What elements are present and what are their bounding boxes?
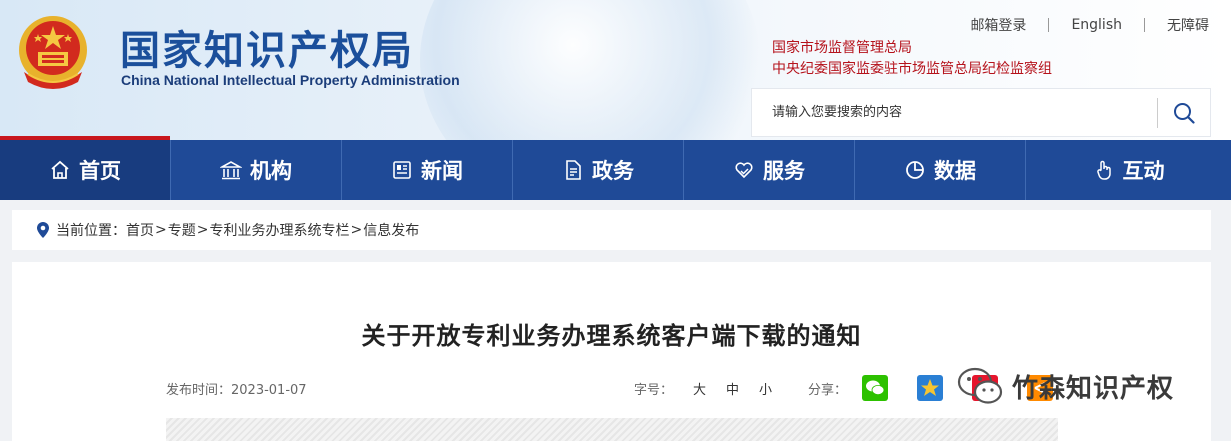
font-size-small[interactable]: 小 xyxy=(759,379,772,398)
header-background-globe xyxy=(420,0,760,140)
nav-item-news[interactable]: 新闻 xyxy=(342,140,513,200)
divider xyxy=(1144,18,1145,32)
nav-item-label: 机构 xyxy=(250,159,292,183)
wechat-icon[interactable] xyxy=(862,375,888,401)
agency-link-discipline[interactable]: 中央纪委国家监委驻市场监管总局纪检监察组 xyxy=(772,59,1052,80)
home-icon xyxy=(51,160,69,179)
nav-item-label: 首页 xyxy=(79,159,121,183)
pointer-icon xyxy=(1096,160,1111,180)
breadcrumb-topics[interactable]: 专题 xyxy=(168,220,196,240)
wechat-icon xyxy=(957,367,1003,404)
breadcrumb-separator: > xyxy=(350,222,363,238)
content-divider xyxy=(166,418,1058,441)
agency-link-samr[interactable]: 国家市场监督管理总局 xyxy=(772,38,1052,59)
mail-login-link[interactable]: 邮箱登录 xyxy=(968,15,1028,35)
font-size-medium[interactable]: 中 xyxy=(726,379,739,398)
font-size-control: 字号： 大 中 小 xyxy=(634,379,772,398)
breadcrumb-prefix: 当前位置： xyxy=(56,223,126,239)
nav-item-home[interactable]: 首页 xyxy=(0,136,171,200)
document-icon xyxy=(566,160,581,180)
breadcrumb-home[interactable]: 首页 xyxy=(126,220,154,240)
share-label: 分享： xyxy=(808,383,848,398)
nav-item-label: 服务 xyxy=(763,159,805,183)
agency-list: 国家市场监督管理总局 中央纪委国家监委驻市场监管总局纪检监察组 xyxy=(772,38,1052,80)
search-box xyxy=(751,88,1211,137)
nav-item-interaction[interactable]: 互动 xyxy=(1026,140,1231,200)
search-icon xyxy=(1174,102,1195,124)
top-links: 邮箱登录 English 无障碍 xyxy=(968,15,1211,35)
breadcrumb-info-release[interactable]: 信息发布 xyxy=(363,220,419,240)
pie-chart-icon xyxy=(906,161,924,179)
breadcrumb-patent-column[interactable]: 专利业务办理系统专栏 xyxy=(209,220,349,240)
building-icon xyxy=(220,161,242,180)
article-panel: 关于开放专利业务办理系统客户端下载的通知 发布时间：2023-01-07 字号：… xyxy=(12,262,1211,441)
nav-item-label: 数据 xyxy=(934,159,976,183)
location-pin-icon xyxy=(37,222,49,238)
nav-item-data[interactable]: 数据 xyxy=(855,140,1026,200)
nav-item-label: 新闻 xyxy=(421,159,463,183)
logo-title-cn: 国家知识产权局 xyxy=(120,28,414,74)
nav-item-institutions[interactable]: 机构 xyxy=(171,140,342,200)
qzone-icon[interactable] xyxy=(917,375,943,401)
search-button[interactable] xyxy=(1158,89,1210,136)
nav-item-government[interactable]: 政务 xyxy=(513,140,684,200)
nav-item-label: 互动 xyxy=(1122,159,1165,183)
english-link[interactable]: English xyxy=(1069,17,1124,33)
font-size-large[interactable]: 大 xyxy=(693,379,706,398)
heart-hand-icon xyxy=(735,162,753,179)
national-emblem-icon xyxy=(19,16,87,89)
breadcrumb-separator: > xyxy=(155,222,167,238)
watermark: 竹森知识产权 xyxy=(956,364,1174,408)
main-nav: 首页 机构 新闻 政务 服务 数据 互动 xyxy=(0,136,1231,200)
accessibility-link[interactable]: 无障碍 xyxy=(1165,15,1211,35)
logo-title-en: China National Intellectual Property Adm… xyxy=(121,72,460,88)
newspaper-icon xyxy=(393,161,411,179)
breadcrumb-separator: > xyxy=(196,222,209,238)
breadcrumb: 当前位置： 首页 > 专题 > 专利业务办理系统专栏 > 信息发布 xyxy=(12,210,1211,250)
divider xyxy=(1048,18,1050,32)
article-title: 关于开放专利业务办理系统客户端下载的通知 xyxy=(361,322,862,350)
font-size-label: 字号： xyxy=(634,383,674,398)
nav-item-services[interactable]: 服务 xyxy=(684,140,855,200)
site-header: 国家知识产权局 China National Intellectual Prop… xyxy=(0,0,1231,140)
watermark-text: 竹森知识产权 xyxy=(1012,373,1175,404)
nav-item-label: 政务 xyxy=(592,159,634,183)
publish-date: 发布时间：2023-01-07 xyxy=(166,383,307,398)
search-input[interactable] xyxy=(752,89,1157,136)
